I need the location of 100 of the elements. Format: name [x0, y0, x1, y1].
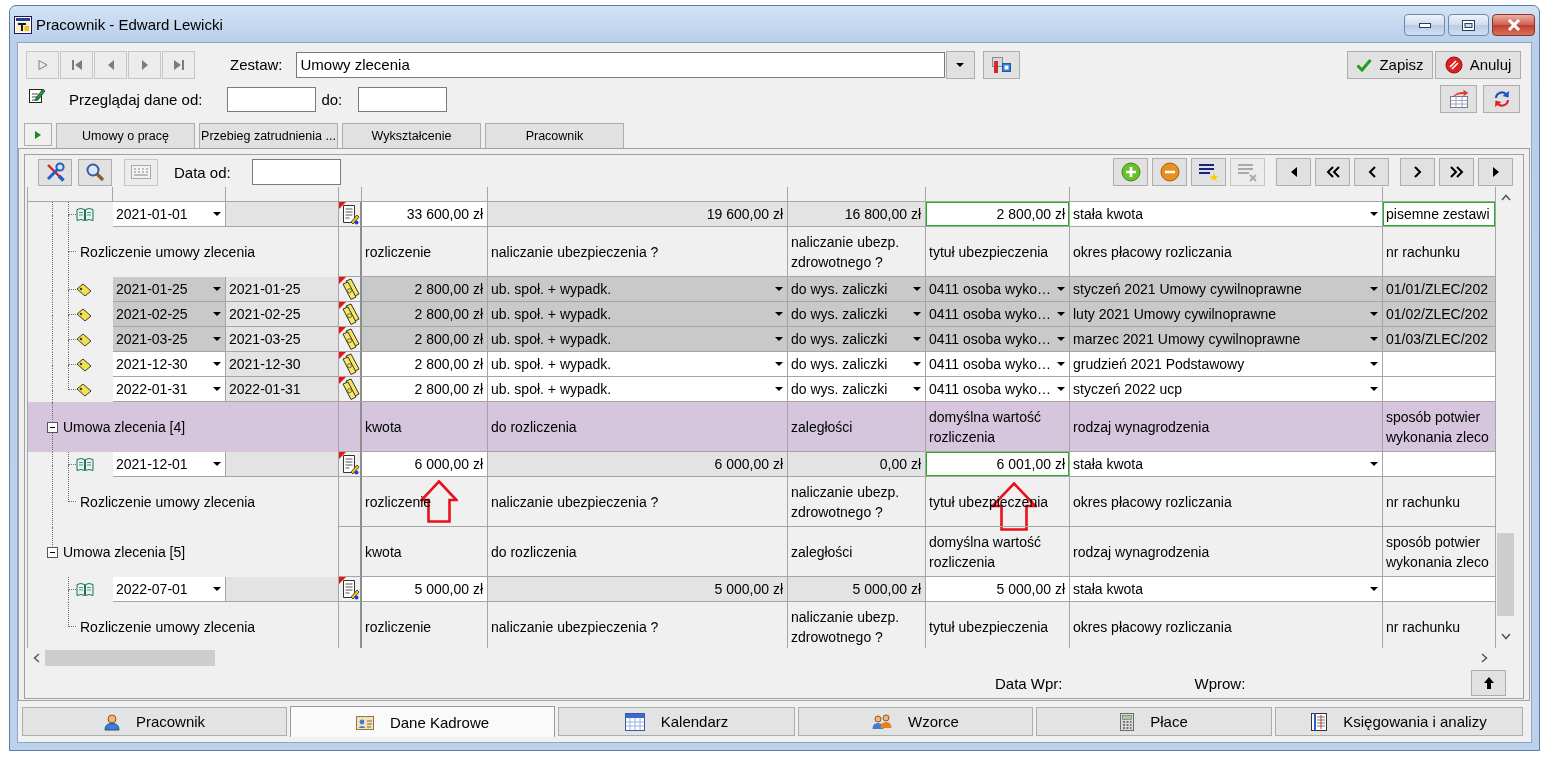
pay-period-dropdown[interactable]: styczeń 2021 Umowy cywilnoprawne — [1070, 277, 1383, 302]
group-row[interactable]: Umowa zlecenia [4] kwota do rozliczenia zaległości domyślna wartość rozliczenia rodzaj wynagrodzenia sposób potwier wykonania zleco — [27, 402, 1496, 452]
maximize-button[interactable] — [1448, 14, 1489, 36]
previous-button[interactable] — [1354, 158, 1389, 186]
minimize-button[interactable] — [1404, 14, 1445, 36]
pay-type-dropdown[interactable]: stała kwota — [1070, 452, 1383, 477]
document-icon — [339, 202, 360, 226]
amount-cell[interactable]: 2 800,00 zł — [362, 302, 488, 327]
amount-cell[interactable]: 6 000,00 zł — [362, 452, 488, 477]
group-row[interactable]: Umowa zlecenia [5] kwota do rozliczenia zaległości domyślna wartość rozliczenia rodzaj wynagrodzenia sposób potwier wykonania zleco — [27, 527, 1496, 577]
insurance-dropdown[interactable]: ub. społ. + wypadk. — [488, 302, 788, 327]
bottom-tab[interactable]: Dane Kadrowe — [290, 706, 555, 737]
bottom-tab[interactable]: Pracownik — [22, 707, 287, 736]
health-insurance-dropdown[interactable]: do wys. zaliczki — [788, 302, 926, 327]
scroll-top-button[interactable] — [1471, 670, 1506, 696]
bottom-tab[interactable]: Księgowania i analizy — [1275, 707, 1523, 736]
first-button[interactable] — [1315, 158, 1350, 186]
date-dropdown[interactable]: 2021-12-01 — [113, 452, 226, 477]
chevron-left-icon — [1367, 166, 1376, 178]
default-value-cell[interactable]: 6 001,00 zł — [926, 452, 1070, 477]
tab[interactable]: Wykształcenie — [342, 123, 481, 148]
pay-type-dropdown[interactable]: stała kwota — [1070, 577, 1383, 602]
tab[interactable]: Pracownik — [485, 123, 624, 148]
amount-cell[interactable]: 5 000,00 zł — [362, 577, 488, 602]
pay-type-dropdown[interactable]: stała kwota — [1070, 202, 1383, 227]
caret-icon — [213, 362, 221, 366]
account-cell[interactable] — [1383, 377, 1496, 402]
caret-icon — [1057, 362, 1065, 366]
amount-cell[interactable]: 2 800,00 zł — [362, 277, 488, 302]
date-from-dropdown[interactable]: 2021-12-30 — [113, 352, 226, 377]
default-value-cell[interactable]: 2 800,00 zł — [926, 202, 1070, 227]
set-label: Zestaw: — [230, 56, 283, 73]
add-row-button[interactable] — [1191, 158, 1226, 186]
date-from-field[interactable] — [227, 86, 317, 112]
book-icon — [76, 207, 94, 222]
bottom-tab[interactable]: Płace — [1036, 707, 1272, 736]
date-from-dropdown[interactable]: 2021-02-25 — [113, 302, 226, 327]
pay-period-dropdown[interactable]: grudzień 2021 Podstawowy — [1070, 352, 1383, 377]
amount-cell[interactable]: 33 600,00 zł — [362, 202, 488, 227]
layout-button[interactable] — [982, 50, 1020, 79]
date-dropdown[interactable]: 2022-07-01 — [113, 577, 226, 602]
amount-cell[interactable]: 2 800,00 zł — [362, 327, 488, 352]
pay-period-dropdown[interactable]: styczeń 2022 ucp — [1070, 377, 1383, 402]
last-button[interactable] — [1439, 158, 1474, 186]
insurance-title-dropdown[interactable]: 0411 osoba wyko… — [926, 377, 1070, 402]
caret-icon — [1370, 387, 1378, 391]
export-button[interactable] — [1440, 85, 1477, 113]
account-cell[interactable] — [1383, 352, 1496, 377]
scroll-thumb[interactable] — [1497, 533, 1514, 616]
save-button[interactable]: Zapisz — [1347, 50, 1433, 79]
dropdown-button[interactable] — [945, 50, 975, 79]
scroll-thumb[interactable] — [45, 650, 215, 666]
pay-period-dropdown[interactable]: luty 2021 Umowy cywilnoprawne — [1070, 302, 1383, 327]
confirmation-cell[interactable] — [1383, 452, 1496, 477]
date-dropdown[interactable]: 2021-01-01 — [113, 202, 226, 227]
insurance-title-dropdown[interactable]: 0411 osoba wyko… — [926, 327, 1070, 352]
start-date-field[interactable] — [251, 159, 341, 185]
date-from-dropdown[interactable]: 2022-01-31 — [113, 377, 226, 402]
refresh-button[interactable] — [1483, 85, 1520, 113]
insurance-dropdown[interactable]: ub. społ. + wypadk. — [488, 277, 788, 302]
date-from-dropdown[interactable]: 2021-01-25 — [113, 277, 226, 302]
date-to-field[interactable] — [358, 86, 448, 112]
tree-label: Rozliczenie umowy zlecenia — [80, 619, 256, 635]
bottom-tab[interactable]: Kalendarz — [558, 707, 795, 736]
health-insurance-dropdown[interactable]: do wys. zaliczki — [788, 377, 926, 402]
default-value-cell[interactable]: 5 000,00 zł — [926, 577, 1070, 602]
note-pencil-icon[interactable] — [28, 86, 46, 104]
tab[interactable]: Przebieg zatrudnienia ... — [199, 123, 338, 148]
amount-cell[interactable]: 2 800,00 zł — [362, 352, 488, 377]
account-cell[interactable]: 01/03/ZLEC/202 — [1383, 327, 1496, 352]
tab[interactable]: Umowy o pracę — [56, 123, 195, 148]
insurance-title-dropdown[interactable]: 0411 osoba wyko… — [926, 277, 1070, 302]
close-button[interactable] — [1492, 14, 1535, 36]
scroll-left-button[interactable] — [1276, 158, 1311, 186]
add-button[interactable] — [1113, 158, 1148, 186]
date-from-dropdown[interactable]: 2021-03-25 — [113, 327, 226, 352]
account-cell[interactable]: 01/01/ZLEC/202 — [1383, 277, 1496, 302]
bottom-tab[interactable]: Wzorce — [798, 707, 1033, 736]
insurance-dropdown[interactable]: ub. społ. + wypadk. — [488, 352, 788, 377]
search-button[interactable] — [78, 158, 112, 186]
amount-cell[interactable]: 2 800,00 zł — [362, 377, 488, 402]
list-star-icon — [1197, 162, 1220, 182]
pay-period-dropdown[interactable]: marzec 2021 Umowy cywilnoprawne — [1070, 327, 1383, 352]
tools-button[interactable] — [38, 158, 72, 186]
next-button[interactable] — [1400, 158, 1435, 186]
cancel-button[interactable]: Anuluj — [1435, 50, 1521, 79]
account-cell[interactable]: 01/02/ZLEC/202 — [1383, 302, 1496, 327]
insurance-title-dropdown[interactable]: 0411 osoba wyko… — [926, 302, 1070, 327]
health-insurance-dropdown[interactable]: do wys. zaliczki — [788, 277, 926, 302]
expand-button[interactable] — [24, 123, 52, 146]
insurance-title-dropdown[interactable]: 0411 osoba wyko… — [926, 352, 1070, 377]
insurance-dropdown[interactable]: ub. społ. + wypadk. — [488, 377, 788, 402]
health-insurance-dropdown[interactable]: do wys. zaliczki — [788, 327, 926, 352]
health-insurance-dropdown[interactable]: do wys. zaliczki — [788, 352, 926, 377]
insurance-dropdown[interactable]: ub. społ. + wypadk. — [488, 327, 788, 352]
confirmation-cell[interactable]: pisemne zestawi — [1383, 202, 1496, 227]
remove-button[interactable] — [1152, 158, 1187, 186]
set-field[interactable]: Umowy zlecenia — [295, 51, 945, 78]
confirmation-cell[interactable] — [1383, 577, 1496, 602]
scroll-right-button[interactable] — [1478, 158, 1513, 186]
